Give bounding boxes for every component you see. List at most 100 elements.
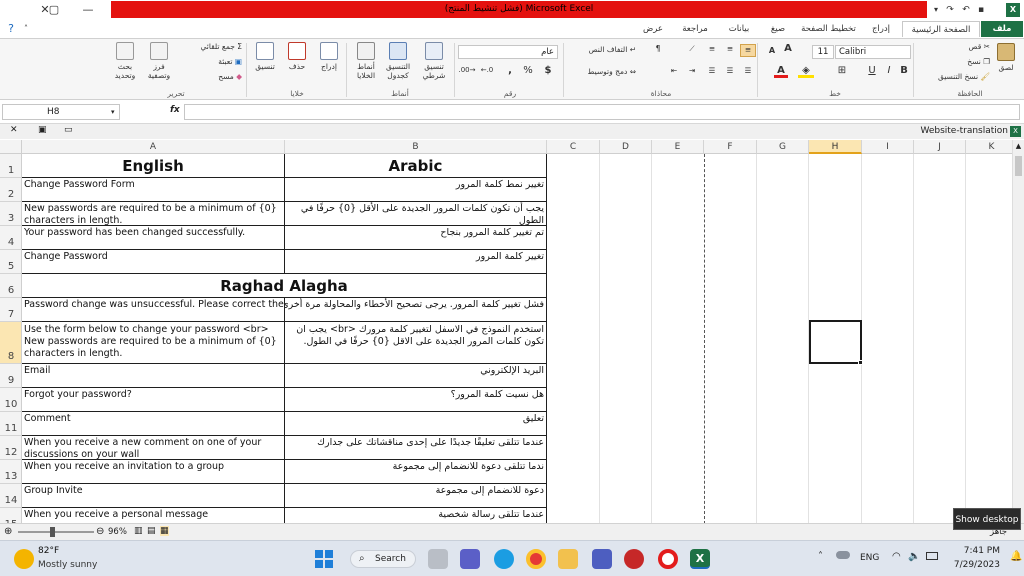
row-header[interactable]: 11	[0, 412, 22, 436]
cell-a3[interactable]: New passwords are required to be a minim…	[22, 202, 285, 226]
align-left-button[interactable]: ☰	[704, 66, 720, 75]
format-as-table-button[interactable]: التنسيق كجدول	[380, 42, 416, 80]
minimize-workbook-icon[interactable]: ▭	[64, 125, 73, 135]
task-view-icon[interactable]	[428, 549, 448, 569]
teams-chat-icon[interactable]	[460, 549, 480, 569]
format-cells-button[interactable]: تنسيق	[250, 42, 280, 71]
file-explorer-icon[interactable]	[558, 549, 578, 569]
cell-a5[interactable]: Change Password	[22, 250, 285, 274]
clock-time[interactable]: 7:41 PM	[950, 546, 1000, 556]
column-header-b[interactable]: B	[285, 140, 547, 154]
cell-b2[interactable]: تغيير نمط كلمة المرور	[285, 178, 547, 202]
row-header[interactable]: 5	[0, 250, 22, 274]
column-header-a[interactable]: A	[22, 140, 285, 154]
bold-button[interactable]: B	[898, 66, 910, 76]
tab-page-layout[interactable]: تخطيط الصفحة	[797, 21, 860, 37]
ribbon-toggle-icon[interactable]: ˄	[18, 21, 34, 37]
orientation-button[interactable]: ⟋	[684, 44, 700, 53]
cell-a9[interactable]: Email	[22, 364, 285, 388]
decrease-decimal-button[interactable]: .00→	[458, 66, 476, 75]
sun-icon[interactable]	[14, 549, 34, 569]
font-color-button[interactable]: A	[774, 66, 788, 78]
align-middle-button[interactable]: ≡	[722, 44, 738, 53]
sort-filter-button[interactable]: فرز وتصفية	[142, 42, 176, 80]
onedrive-cloud-icon[interactable]	[836, 551, 850, 559]
borders-button[interactable]: ⊞	[834, 66, 850, 76]
zoom-in-icon[interactable]: ⊕	[4, 526, 12, 537]
cell-a7[interactable]: Password change was unsuccessful. Please…	[22, 298, 285, 322]
insert-cells-button[interactable]: إدراج	[314, 42, 344, 71]
row-header[interactable]: 8	[0, 322, 22, 364]
percent-button[interactable]: %	[522, 66, 534, 76]
zoom-slider[interactable]	[18, 531, 94, 533]
column-header-i[interactable]: I	[862, 140, 914, 154]
redo-icon[interactable]: ↷	[942, 2, 958, 18]
column-header-d[interactable]: D	[600, 140, 652, 154]
column-header-c[interactable]: C	[547, 140, 600, 154]
row-header[interactable]: 7	[0, 298, 22, 322]
align-top-button[interactable]: ≡	[740, 44, 756, 57]
edge-browser-icon[interactable]	[494, 549, 514, 569]
cell-a4[interactable]: Your password has been changed successfu…	[22, 226, 285, 250]
align-right-button[interactable]: ☰	[740, 66, 756, 75]
zoom-out-icon[interactable]: ⊖	[96, 526, 104, 537]
page-layout-view-icon[interactable]: ▤	[147, 526, 156, 536]
taskbar-search[interactable]: ⌕ Search	[350, 550, 416, 568]
wifi-icon[interactable]: ◠	[892, 551, 901, 562]
zoom-slider-thumb[interactable]	[50, 527, 55, 537]
notification-bell-icon[interactable]: 🔔	[1010, 551, 1022, 562]
save-icon[interactable]: ▪	[973, 2, 989, 18]
battery-icon[interactable]	[926, 552, 938, 560]
row-header[interactable]: 15	[0, 508, 22, 523]
chrome-browser-icon[interactable]	[526, 549, 546, 569]
delete-cells-button[interactable]: حذف	[282, 42, 312, 71]
column-header-k[interactable]: K	[966, 140, 1012, 154]
row-header[interactable]: 12	[0, 436, 22, 460]
cell-b3[interactable]: يجب أن تكون كلمات المرور الجديدة على الأ…	[285, 202, 547, 226]
weather-desc[interactable]: Mostly sunny	[38, 560, 97, 570]
cell-a8[interactable]: Use the form below to change your passwo…	[22, 322, 285, 364]
app-icon[interactable]	[624, 549, 644, 569]
underline-button[interactable]: U	[866, 66, 878, 76]
cell-b13[interactable]: ندما تتلقى دعوة للانضمام إلى مجموعة	[285, 460, 547, 484]
row-header[interactable]: 2	[0, 178, 22, 202]
insert-function-button[interactable]: fx	[170, 105, 180, 115]
paste-button[interactable]: لصق	[990, 43, 1022, 72]
cell-b12[interactable]: عندما تتلقى تعليقًا جديدًا على إحدى مناق…	[285, 436, 547, 460]
cell-a1[interactable]: English	[22, 154, 285, 178]
cell-a13[interactable]: When you receive an invitation to a grou…	[22, 460, 285, 484]
clear-button[interactable]: مسح ◆	[176, 72, 242, 81]
tab-data[interactable]: بيانات	[720, 21, 758, 37]
cell-a10[interactable]: Forgot your password?	[22, 388, 285, 412]
cut-button[interactable]: قص ✂	[920, 42, 990, 51]
cell-a11[interactable]: Comment	[22, 412, 285, 436]
cell-b5[interactable]: تغيير كلمة المرور	[285, 250, 547, 274]
restore-workbook-icon[interactable]: ▣	[38, 125, 47, 135]
scroll-up-icon[interactable]: ▲	[1014, 142, 1023, 150]
fill-handle[interactable]	[858, 360, 863, 365]
excel-taskbar-icon[interactable]: X	[690, 549, 710, 569]
cell-a12[interactable]: When you receive a new comment on one of…	[22, 436, 285, 460]
column-header-f[interactable]: F	[704, 140, 757, 154]
increase-decimal-button[interactable]: ←.0	[478, 66, 496, 75]
restore-icon[interactable]: ▢	[46, 2, 62, 18]
cell-styles-button[interactable]: أنماط الخلايا	[350, 42, 382, 80]
cell-b9[interactable]: البريد الإلكتروني	[285, 364, 547, 388]
align-bottom-button[interactable]: ≡	[704, 44, 720, 53]
tab-view[interactable]: عرض	[636, 21, 670, 37]
tray-chevron-icon[interactable]: ˄	[818, 551, 823, 562]
cell-b15[interactable]: عندما تتلقى رسالة شخصية	[285, 508, 547, 523]
rtl-button[interactable]: ¶	[651, 44, 665, 53]
normal-view-icon[interactable]: ▦	[160, 526, 169, 536]
align-center-button[interactable]: ☰	[722, 66, 738, 75]
format-painter-button[interactable]: نسخ التنسيق 🖌	[912, 72, 990, 81]
row-header[interactable]: 10	[0, 388, 22, 412]
row-header[interactable]: 4	[0, 226, 22, 250]
font-shrink-button[interactable]: A	[767, 46, 777, 55]
tab-home[interactable]: الصفحة الرئيسية	[902, 21, 980, 37]
tab-formulas[interactable]: صيغ	[762, 21, 794, 37]
row-header[interactable]: 1	[0, 154, 22, 178]
select-all-corner[interactable]	[0, 140, 22, 154]
cell-b7[interactable]: فشل تغيير كلمة المرور. يرجى تصحيح الأخطا…	[285, 298, 547, 322]
column-header-h[interactable]: H	[809, 140, 862, 154]
